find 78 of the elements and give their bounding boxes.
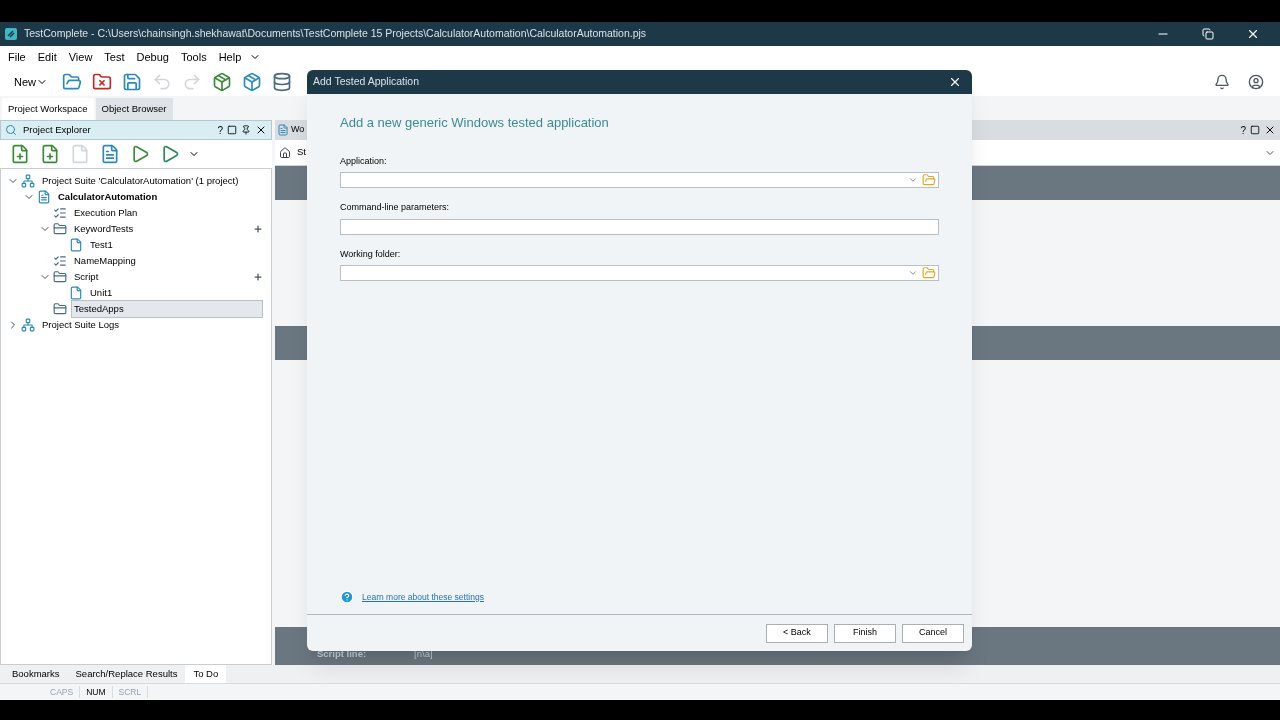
help-link[interactable]: Learn more about these settings (362, 590, 484, 604)
menu-item[interactable]: View (68, 48, 93, 66)
file-icon (69, 286, 83, 300)
menu-item[interactable]: Debug (136, 48, 169, 66)
caret-icon[interactable] (908, 175, 918, 185)
help-button[interactable]: ? (1240, 122, 1246, 138)
caret-icon[interactable] (908, 268, 918, 278)
dialog-button[interactable]: Cancel (902, 623, 964, 643)
menu-item[interactable]: File (8, 48, 26, 66)
script-line-label: Script line: (317, 646, 367, 661)
open-icon[interactable] (60, 72, 84, 92)
tree-item[interactable]: Project Suite 'CalculatorAutomation' (1 project) (39, 172, 263, 190)
maximize-icon[interactable] (227, 125, 237, 135)
app-logo-icon (4, 27, 18, 41)
browse-icon[interactable] (922, 266, 936, 280)
combo-field[interactable] (340, 265, 939, 281)
combo-field[interactable] (340, 172, 939, 188)
close-icon[interactable] (1246, 27, 1260, 41)
restore-icon[interactable] (1202, 28, 1214, 40)
document-icon (277, 124, 289, 136)
status-indicator: CAPS (44, 685, 81, 699)
menu-item[interactable]: Edit (37, 48, 57, 66)
status-indicator: SCRL (112, 685, 149, 699)
explorer-icon (5, 124, 17, 136)
close-folder-icon[interactable] (90, 72, 114, 92)
breadcrumb[interactable]: St (297, 145, 306, 160)
new-button[interactable]: New (8, 73, 54, 91)
pin-icon[interactable] (241, 125, 251, 135)
add-icon[interactable] (253, 224, 263, 234)
plan-icon (53, 206, 67, 220)
tree-item[interactable]: CalculatorAutomation (55, 188, 263, 206)
browse-icon[interactable] (922, 173, 936, 187)
project-icon (37, 190, 51, 204)
bottom-tab[interactable]: To Do (185, 665, 227, 683)
tree-item[interactable]: Test1 (87, 236, 263, 254)
dialog-title: Add Tested Application (313, 74, 421, 90)
help-icon (340, 590, 354, 604)
dialog-heading: Add a new generic Windows tested application (340, 114, 610, 132)
folder-icon (53, 222, 67, 236)
dialog-button[interactable]: < Back (766, 623, 828, 643)
editor-tab[interactable]: Wo (291, 123, 305, 137)
tree-item[interactable]: KeywordTests (71, 220, 249, 238)
menu-item[interactable]: Test (104, 48, 125, 66)
field-label: Application: (340, 154, 388, 168)
tree-item[interactable]: Project Suite Logs (39, 316, 263, 334)
close-icon[interactable] (948, 75, 962, 89)
notification-icon[interactable] (1214, 74, 1230, 90)
close-icon[interactable] (1264, 124, 1276, 136)
tree-item[interactable]: Script (71, 268, 249, 286)
menu-item[interactable]: Tools (180, 48, 207, 66)
workspace-tab[interactable]: Object Browser (95, 98, 173, 120)
field-label: Working folder: (340, 247, 402, 261)
tree-item[interactable]: Unit1 (87, 284, 263, 302)
plan-icon (53, 254, 67, 268)
folder-icon (53, 270, 67, 284)
suite-icon (21, 174, 35, 188)
suite-icon (21, 318, 35, 332)
status-indicator: NUM (80, 685, 113, 699)
bottom-tab[interactable]: Search/Replace Results (67, 665, 186, 683)
home-icon[interactable] (279, 146, 291, 159)
bottom-tab[interactable]: Bookmarks (4, 665, 68, 683)
dialog-button[interactable]: Finish (834, 623, 896, 643)
menu-item[interactable]: Help (218, 48, 242, 66)
window-title: TestComplete - C:\Users\chainsingh.shekhawat\Documents\TestComplete 15 Projects\CalculatorAutomation\CalculatorAutomation.pjs (24, 26, 648, 42)
field-label: Command-line parameters: (340, 201, 451, 214)
tree-item[interactable]: NameMapping (71, 252, 263, 270)
folder-icon (53, 302, 67, 316)
panel-title: Project Explorer (23, 122, 92, 137)
maximize-icon[interactable] (1250, 125, 1260, 135)
help-button[interactable]: ? (217, 122, 223, 138)
tree-item[interactable]: Execution Plan (71, 204, 263, 222)
close-icon[interactable] (255, 124, 267, 136)
input-field[interactable] (340, 218, 939, 235)
account-icon[interactable] (1248, 74, 1264, 90)
workspace-tab[interactable]: Project Workspace (2, 98, 94, 120)
add-icon[interactable] (253, 272, 263, 282)
file-icon (69, 238, 83, 252)
tree-item[interactable]: TestedApps (71, 300, 263, 318)
